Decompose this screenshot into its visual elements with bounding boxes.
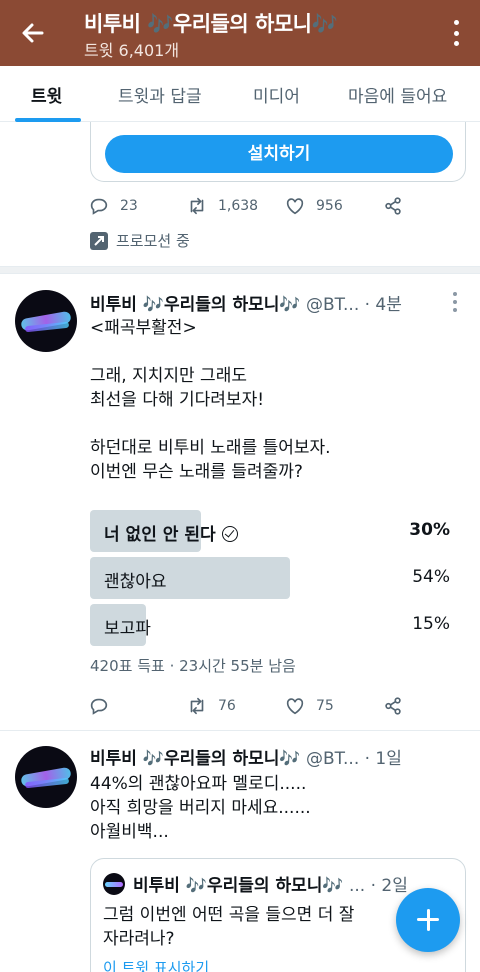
show-tweet-link[interactable]: 이 트윗 표시하기: [103, 957, 209, 972]
like-button[interactable]: 956: [284, 195, 343, 217]
avatar: [103, 873, 125, 895]
author-name[interactable]: 비투비 🎶우리들의 하모니🎶: [90, 295, 301, 315]
tab-likes[interactable]: 마음에 들어요: [348, 82, 447, 107]
tweet-actions: 76 75: [88, 695, 418, 725]
poll-meta: 420표 득표 · 23시간 55분 남음: [90, 657, 296, 675]
more-vertical-icon[interactable]: [452, 292, 458, 312]
tweet-text: 44%의 괜찮아요파 멜로디..... 아직 희망을 버리지 마세요......…: [90, 774, 311, 842]
profile-tabs: 트윗 트윗과 답글 미디어 마음에 들어요: [0, 66, 480, 122]
promo-card: 설치하기: [90, 122, 466, 182]
retweet-button[interactable]: 1,638: [186, 195, 258, 217]
retweet-count: 76: [218, 698, 236, 714]
tweet-header: 비투비 🎶우리들의 하모니🎶 @BT... · 4분: [90, 290, 402, 315]
promoted-label: 프로모션 중: [90, 230, 190, 251]
page-title: 비투비 🎶우리들의 하모니🎶: [84, 12, 338, 36]
like-count: 956: [316, 198, 343, 214]
compose-button[interactable]: [396, 888, 460, 952]
quoted-author-name: 비투비 🎶우리들의 하모니🎶: [133, 876, 344, 896]
check-circle-icon: [221, 526, 238, 542]
poll-option-percent: 54%: [412, 567, 450, 587]
poll-option: 괜찮아요 54%: [90, 557, 460, 599]
install-button[interactable]: 설치하기: [105, 135, 453, 173]
share-button[interactable]: [382, 195, 404, 217]
author-handle-time: @BT... · 4분: [300, 295, 402, 315]
active-tab-indicator: [15, 118, 81, 122]
tab-tweets[interactable]: 트윗: [31, 82, 62, 107]
quoted-tweet-text: 그럼 이번엔 어떤 곡을 들으면 더 잘 자라려나?: [103, 905, 355, 949]
poll-option-percent: 30%: [409, 520, 450, 540]
divider: [0, 730, 480, 731]
reply-button[interactable]: 23: [88, 195, 138, 217]
retweet-button[interactable]: 76: [186, 695, 236, 717]
share-button[interactable]: [382, 695, 404, 717]
author-handle-time: @BT... · 1일: [300, 749, 402, 769]
promoted-text: 프로모션 중: [116, 232, 190, 250]
back-arrow-icon[interactable]: [18, 18, 48, 48]
promoted-icon: [90, 231, 108, 250]
avatar[interactable]: [15, 290, 77, 352]
retweet-count: 1,638: [218, 198, 259, 214]
promo-tweet-actions: 23 1,638 956: [88, 195, 418, 225]
quoted-time: ... · 2일: [343, 876, 408, 896]
poll-option-percent: 15%: [412, 614, 450, 634]
reply-icon: [90, 698, 108, 715]
share-icon: [385, 697, 401, 715]
tweet-count: 트윗 6,401개: [84, 41, 180, 60]
quoted-tweet-header: 비투비 🎶우리들의 하모니🎶 ... · 2일: [133, 871, 408, 896]
like-button[interactable]: 75: [284, 695, 334, 717]
tab-media[interactable]: 미디어: [253, 82, 300, 107]
poll-option-label: 괜찮아요: [104, 572, 167, 592]
app-header: 비투비 🎶우리들의 하모니🎶 트윗 6,401개: [0, 0, 480, 66]
divider: [0, 266, 480, 274]
tab-tweets-replies[interactable]: 트윗과 답글: [118, 82, 202, 107]
like-icon: [286, 698, 304, 715]
poll-option: 너 없인 안 된다 30%: [90, 510, 460, 552]
retweet-icon: [190, 197, 204, 215]
reply-icon: [90, 198, 108, 215]
like-count: 75: [316, 698, 334, 714]
poll-option: 보고파 15%: [90, 604, 460, 646]
reply-button[interactable]: [88, 695, 110, 717]
more-vertical-icon[interactable]: [452, 20, 460, 46]
avatar[interactable]: [15, 746, 77, 808]
poll-option-label: 너 없인 안 된다: [104, 520, 238, 545]
poll-option-label: 보고파: [104, 619, 151, 639]
author-name[interactable]: 비투비 🎶우리들의 하모니🎶: [90, 749, 301, 769]
like-icon: [286, 198, 304, 215]
share-icon: [385, 197, 401, 215]
tweet-header: 비투비 🎶우리들의 하모니🎶 @BT... · 1일: [90, 744, 402, 769]
retweet-icon: [190, 697, 204, 715]
tweet-text: <패곡부활전> 그래, 지치지만 그래도 최선을 다해 기다려보자! 하던대로 …: [90, 318, 331, 482]
reply-count: 23: [120, 198, 138, 214]
